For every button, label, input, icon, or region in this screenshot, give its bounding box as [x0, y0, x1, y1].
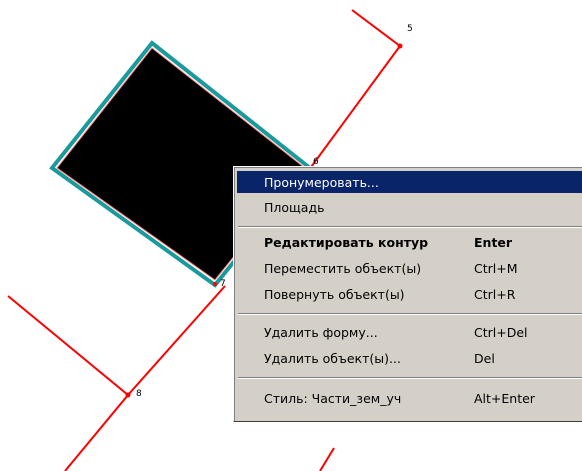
menu-item-shortcut: Ctrl+R [474, 286, 516, 302]
menu-item-label: Удалить форму... [264, 324, 378, 340]
menu-item-label: Переместить объект(ы) [264, 260, 422, 276]
boundary-line [127, 285, 226, 396]
vertex-marker[interactable] [213, 282, 217, 286]
menu-separator [238, 226, 582, 228]
menu-item-shortcut: Enter [474, 234, 513, 250]
menu-item-style[interactable]: Стиль: Части_зем_уч Alt+Enter [237, 387, 582, 409]
menu-item-shortcut: Del [474, 350, 495, 366]
menu-item-edit-contour[interactable]: Редактировать контур Enter [237, 231, 582, 253]
boundary-line [7, 295, 129, 396]
menu-item-move-objects[interactable]: Переместить объект(ы) Ctrl+M [237, 257, 582, 279]
vertex-marker[interactable] [397, 43, 403, 49]
vertex-label-5: 5 [407, 24, 413, 34]
boundary-line [319, 447, 335, 471]
boundary-line [351, 9, 401, 47]
menu-separator [238, 313, 582, 315]
menu-item-rotate-objects[interactable]: Повернуть объект(ы) Ctrl+R [237, 283, 582, 305]
menu-item-label: Пронумеровать... [264, 174, 379, 190]
boundary-line [64, 394, 129, 471]
menu-item-delete-shape[interactable]: Удалить форму... Ctrl+Del [237, 321, 582, 343]
vertex-label-8: 8 [136, 389, 142, 399]
menu-item-shortcut: Ctrl+Del [474, 324, 528, 340]
menu-item-shortcut: Ctrl+M [474, 260, 518, 276]
menu-item-renumber[interactable]: Пронумеровать... [237, 171, 582, 193]
menu-item-label: Удалить объект(ы)... [264, 350, 401, 366]
menu-item-label: Повернуть объект(ы) [264, 286, 405, 302]
menu-item-label: Стиль: Части_зем_уч [264, 390, 402, 406]
menu-item-label: Площадь [264, 199, 325, 215]
menu-item-shortcut: Alt+Enter [474, 390, 535, 406]
menu-item-delete-objects[interactable]: Удалить объект(ы)... Del [237, 347, 582, 369]
menu-item-label: Редактировать контур [264, 234, 429, 250]
vertex-marker[interactable] [125, 392, 131, 398]
context-menu: Пронумеровать... Площадь Редактировать к… [233, 166, 582, 422]
menu-item-area[interactable]: Площадь [237, 196, 582, 218]
menu-separator [238, 377, 582, 379]
vertex-label-7: 7 [220, 279, 226, 289]
